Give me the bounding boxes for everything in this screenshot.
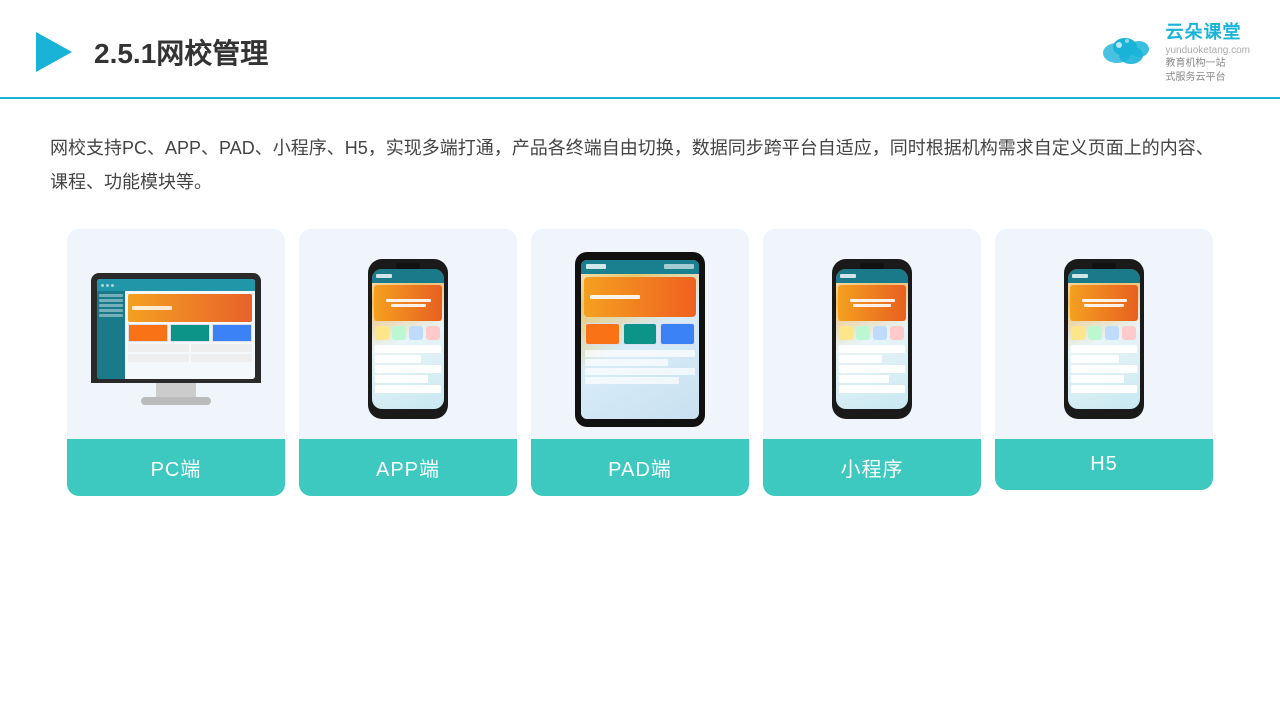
header: 2.5.1网校管理 云朵课堂 yunduoketang.com 教育机构一站 式… — [0, 0, 1280, 99]
card-pad-image — [531, 229, 749, 439]
tablet-mockup — [575, 252, 705, 427]
page-title: 2.5.1网校管理 — [94, 32, 268, 72]
phone-h5-mockup — [1064, 259, 1144, 419]
brand-cloud-icon — [1095, 29, 1155, 74]
phone-miniapp-mockup — [832, 259, 912, 419]
play-logo-icon — [30, 28, 78, 76]
brand-logo-area: 云朵课堂 yunduoketang.com 教育机构一站 式服务云平台 — [1095, 18, 1250, 85]
card-h5-label: H5 — [995, 439, 1213, 490]
brand-url: yunduoketang.com — [1165, 45, 1250, 56]
card-pc: PC端 — [67, 229, 285, 496]
card-pad: PAD端 — [531, 229, 749, 496]
card-h5-image — [995, 229, 1213, 439]
platform-cards: PC端 — [0, 219, 1280, 516]
description-text: 网校支持PC、APP、PAD、小程序、H5，实现多端打通，产品各终端自由切换，数… — [0, 99, 1280, 219]
pc-monitor — [91, 273, 261, 405]
card-h5: H5 — [995, 229, 1213, 490]
brand-tagline: 教育机构一站 式服务云平台 — [1165, 57, 1225, 85]
card-pc-label: PC端 — [67, 439, 285, 496]
card-pad-label: PAD端 — [531, 439, 749, 496]
header-left: 2.5.1网校管理 — [30, 28, 268, 76]
card-pc-image — [67, 229, 285, 439]
card-miniapp-image — [763, 229, 981, 439]
brand-text: 云朵课堂 yunduoketang.com 教育机构一站 式服务云平台 — [1165, 18, 1250, 85]
card-app-label: APP端 — [299, 439, 517, 496]
card-app-image — [299, 229, 517, 439]
phone-app-mockup — [368, 259, 448, 419]
card-app: APP端 — [299, 229, 517, 496]
card-miniapp: 小程序 — [763, 229, 981, 496]
brand-name: 云朵课堂 — [1165, 18, 1241, 44]
card-miniapp-label: 小程序 — [763, 439, 981, 496]
